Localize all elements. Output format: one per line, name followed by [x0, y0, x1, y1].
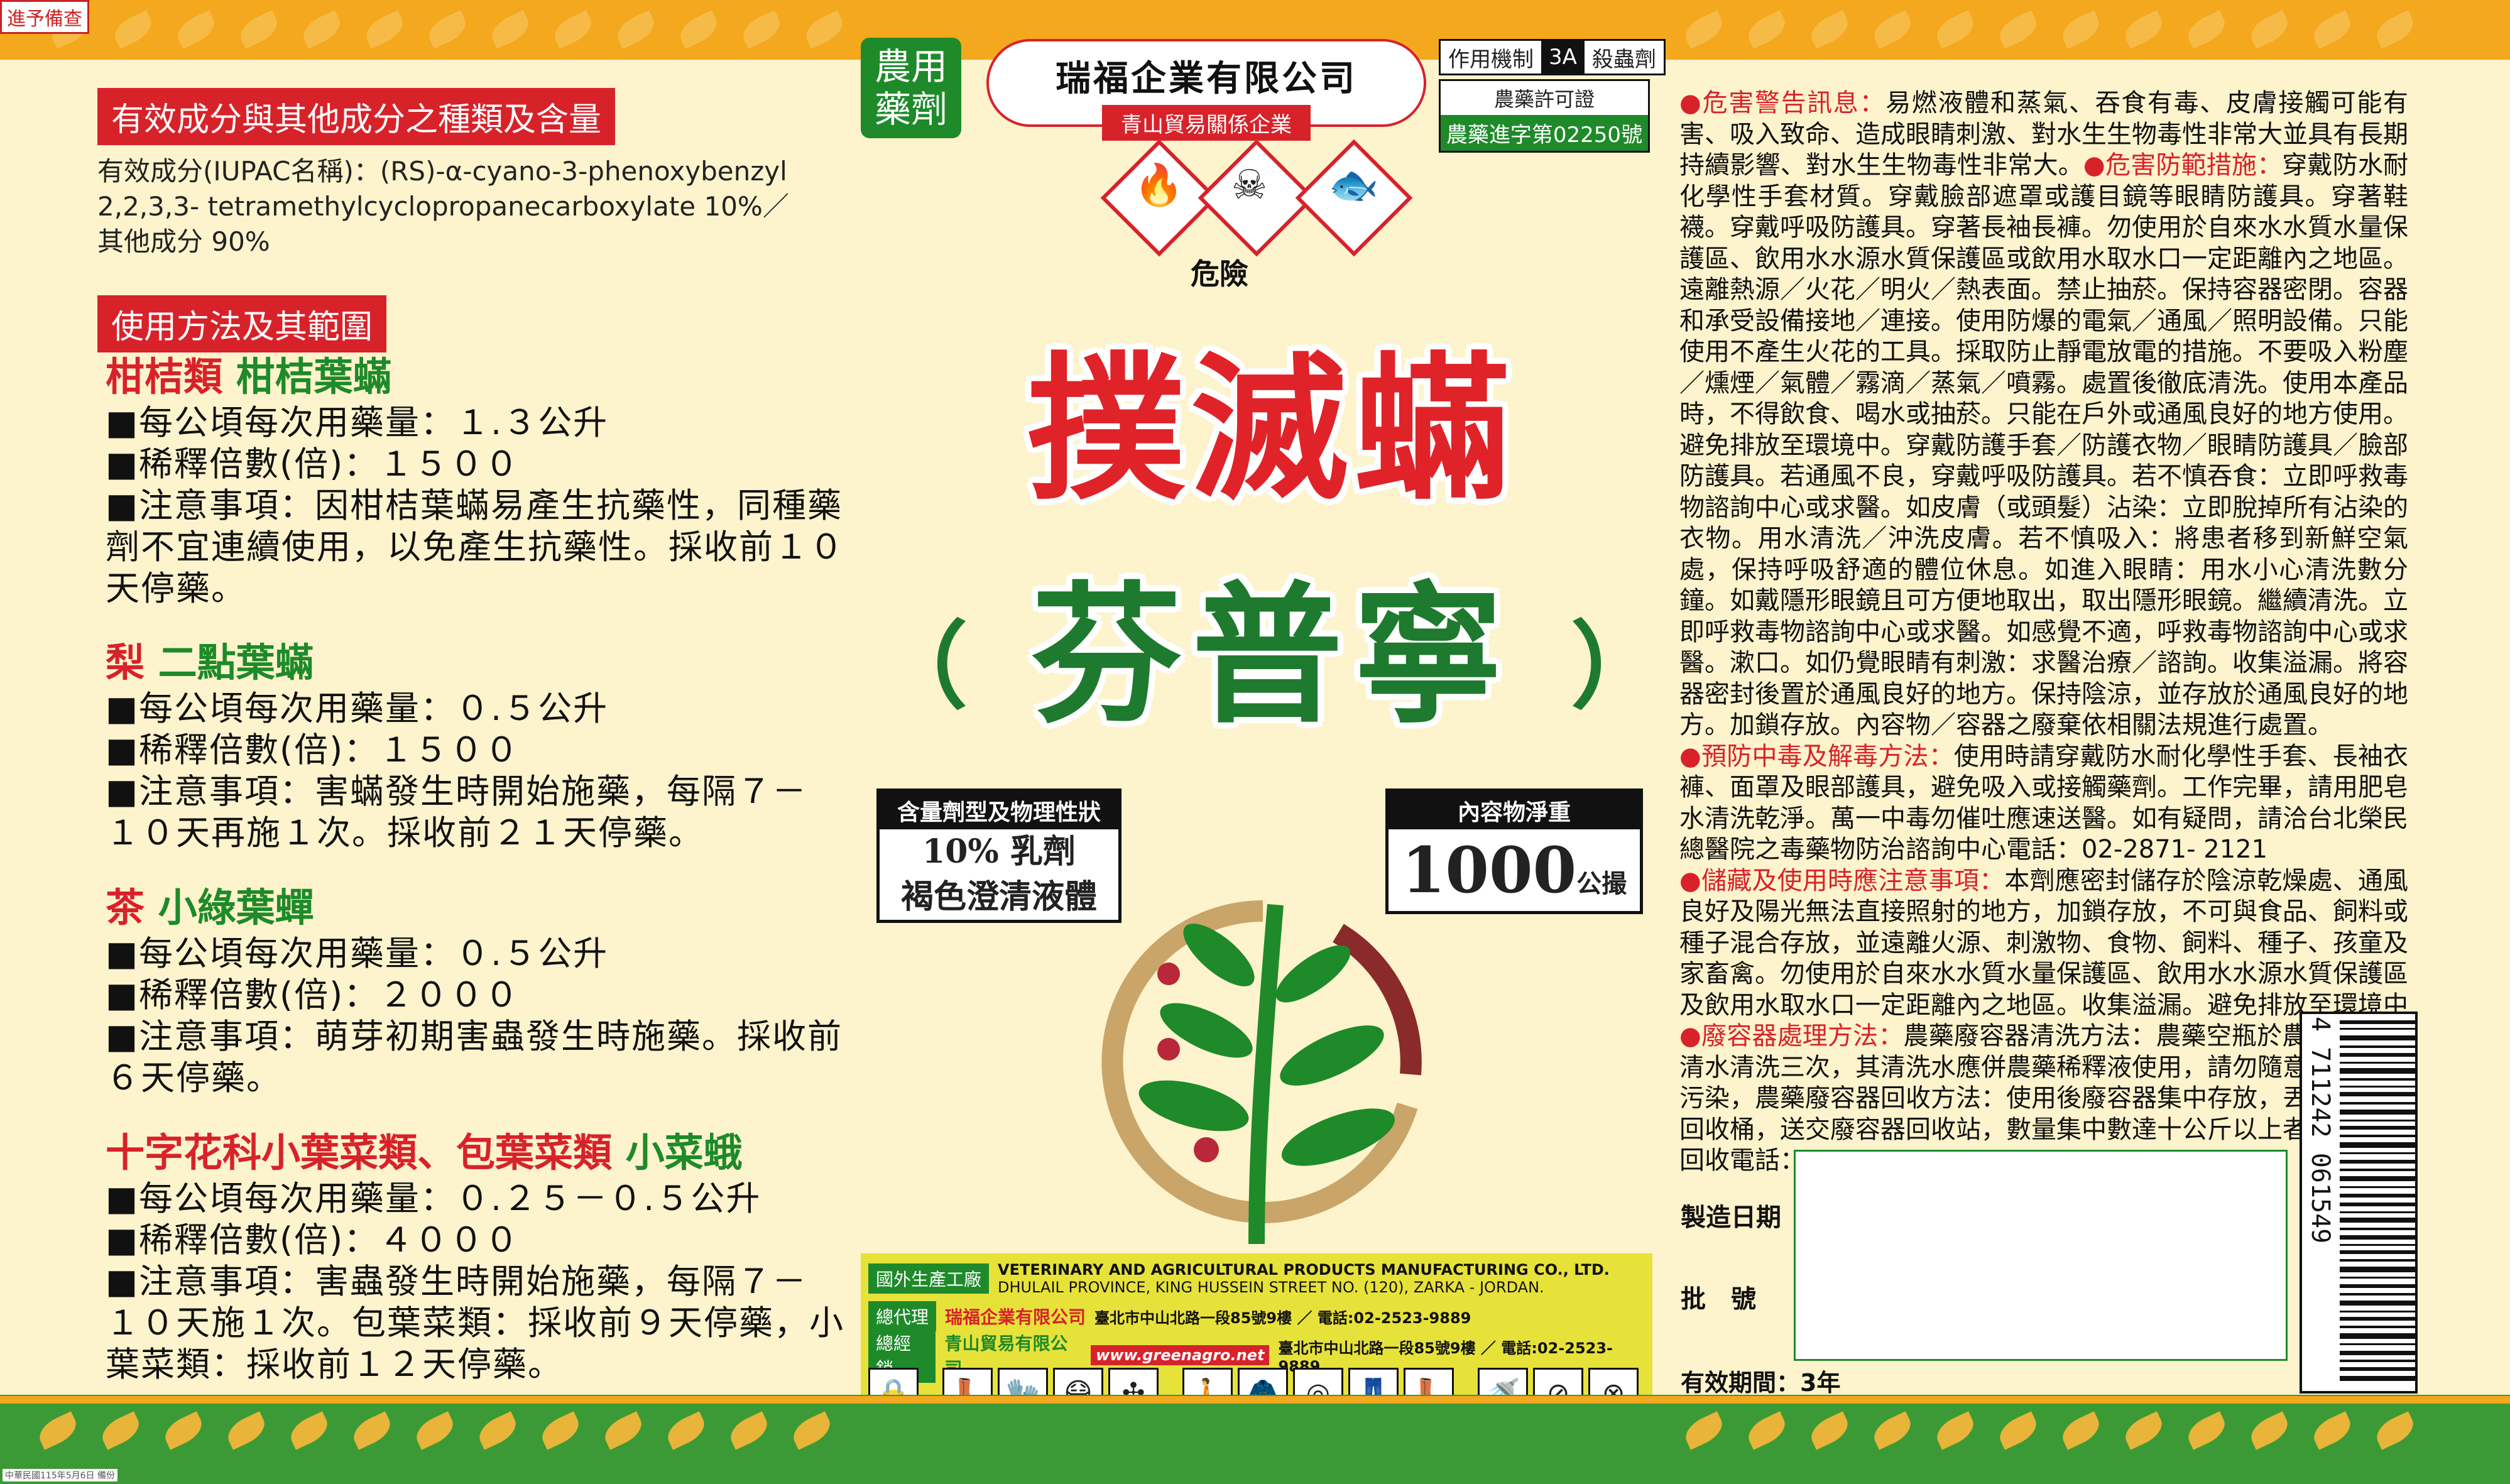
ingredient-line-2: 2,2,3,3- tetramethylcyclopropanecarboxyl…	[97, 191, 789, 222]
use-crop-title: 茶 小綠葉蟬	[106, 883, 916, 933]
company-subtitle: 青山貿易關係企業	[1102, 105, 1311, 141]
crop-name: 十字花科小葉菜類、包葉菜類	[106, 1130, 613, 1176]
formulation-heading: 含量劑型及物理性狀	[880, 792, 1118, 829]
use-line: ■注意事項：害蟎發生時開始施藥，每隔７－	[106, 772, 808, 811]
use-line: ■稀釋倍數(倍)：４０００	[106, 1220, 520, 1260]
environment-hazard-icon: 🐟	[1295, 139, 1413, 257]
badge-line-2: 藥劑	[874, 88, 947, 131]
use-line: ６天停藥。	[106, 1058, 281, 1098]
use-line: ■注意事項：因柑桔葉蟎易產生抗藥性，同種藥	[106, 486, 843, 525]
top-leaf-pattern	[46, 10, 848, 49]
pest-name: 小菜蛾	[625, 1130, 743, 1176]
use-line: ■稀釋倍數(倍)：１５００	[106, 444, 520, 484]
use-line: １０天施１次。包葉菜類：採收前９天停藥，小	[106, 1303, 844, 1343]
precaution-body: 穿戴防水耐化學性手套材質。穿戴臉部遮罩或護目鏡等眼睛防護具。穿著鞋襪。穿戴呼吸防…	[1679, 151, 2409, 739]
danger-signal-word: 危險	[1191, 257, 1248, 291]
top-leaf-pattern-right	[1680, 10, 2419, 49]
crop-name: 柑桔類	[106, 354, 223, 400]
use-crop-title: 柑桔類 柑桔葉蟎	[106, 352, 916, 402]
company-name: 瑞福企業有限公司	[1056, 58, 1357, 99]
skull-crossbones-icon: ☠	[1198, 139, 1316, 257]
foreign-factory-label: 國外生產工廠	[868, 1263, 990, 1294]
ingredients-section: 有效成分與其他成分之種類及含量 有效成分(IUPAC名稱)：(RS)-α-cya…	[97, 88, 789, 259]
use-line: 葉菜類：採收前１２天停藥。	[106, 1345, 563, 1384]
crop-name: 梨	[106, 640, 145, 685]
agent-address: 臺北市中山北路一段85號9樓 ／ 電話:02-2523-9889	[1094, 1309, 1471, 1327]
use-line: ■每公頃每次用藥量：１.３公升	[106, 403, 609, 442]
company-logo	[1101, 900, 1422, 1245]
use-line: ■每公頃每次用藥量：０.５公升	[106, 934, 609, 973]
footer-note: 中華民國115年5月6日 備份	[3, 1469, 117, 1481]
net-content-unit: 公撮	[1576, 870, 1627, 898]
net-content-heading: 內容物淨重	[1389, 792, 1640, 829]
barcode: 4 711242 061549	[2300, 1012, 2418, 1394]
use-line: 天停藥。	[106, 569, 246, 608]
paren-close: ）	[1571, 613, 1666, 722]
product-generic-name: 芬普寧	[1030, 568, 1514, 744]
use-crop-title: 十字花科小葉菜類、包葉菜類 小菜蛾	[106, 1128, 916, 1178]
use-block-crucifer: 十字花科小葉菜類、包葉菜類 小菜蛾 ■每公頃每次用藥量：０.２５－０.５公升 ■…	[106, 1128, 916, 1385]
agricultural-badge: 農用 藥劑	[861, 38, 961, 138]
use-line: ■每公頃每次用藥量：０.２５－０.５公升	[106, 1179, 761, 1218]
disposal-heading: ●廢容器處理方法：	[1679, 1022, 1904, 1050]
hazard-warning-heading: ●危害警告訊息：	[1679, 89, 1886, 117]
storage-heading: ●儲藏及使用時應注意事項：	[1679, 866, 2005, 895]
use-line: 劑不宜連續使用，以免產生抗藥性。採收前１０	[106, 527, 844, 567]
use-line: ■注意事項：害蟲發生時開始施藥，每隔７－	[106, 1262, 808, 1301]
flame-icon: 🔥	[1100, 139, 1218, 257]
date-batch-field	[1794, 1150, 2288, 1361]
ingredient-line-3: 其他成分 90%	[97, 226, 270, 257]
manufacture-date-label: 製造日期	[1681, 1203, 1781, 1232]
ingredient-line-1: 有效成分(IUPAC名稱)：(RS)-α-cyano-3-phenoxybenz…	[97, 156, 787, 187]
warning-text-block: ●危害警告訊息：易燃液體和蒸氣、吞食有毒、皮膚接觸可能有害、吸入致命、造成眼睛刺…	[1679, 88, 2408, 1177]
badge-line-1: 農用	[874, 45, 947, 88]
bottom-leaf-pattern-right	[1680, 1411, 2419, 1450]
use-block-pear: 梨 二點葉蟎 ■每公頃每次用藥量：０.５公升 ■稀釋倍數(倍)：１５００ ■注意…	[106, 638, 916, 854]
agent-label: 總代理	[868, 1301, 937, 1331]
precaution-heading: ●危害防範措施：	[2083, 151, 2283, 180]
agent-name: 瑞福企業有限公司	[945, 1307, 1086, 1328]
use-line: １０天再施１次。採收前２１天停藥。	[106, 813, 704, 853]
mechanism-code: 3A	[1541, 41, 1585, 74]
ingredients-heading: 有效成分與其他成分之種類及含量	[97, 88, 616, 145]
bottom-stripe	[0, 1396, 2510, 1404]
use-line: ■稀釋倍數(倍)：２０００	[106, 975, 520, 1015]
permit-heading: 農藥許可證	[1493, 87, 1595, 111]
use-block-tea: 茶 小綠葉蟬 ■每公頃每次用藥量：０.５公升 ■稀釋倍數(倍)：２０００ ■注意…	[106, 883, 916, 1099]
expiry-period: 有效期間：3年	[1681, 1369, 1841, 1397]
batch-number-label: 批 號	[1681, 1285, 1756, 1314]
use-line: ■每公頃每次用藥量：０.５公升	[106, 689, 609, 728]
barcode-bars	[2340, 1020, 2415, 1381]
foreign-factory-name: VETERINARY AND AGRICULTURAL PRODUCTS MAN…	[998, 1261, 1610, 1279]
foreign-factory-address: DHULAIL PROVINCE, KING HUSSEIN STREET NO…	[998, 1279, 1544, 1296]
usage-section-heading-wrap: 使用方法及其範圍	[97, 295, 387, 352]
mechanism-box: 作用機制 3A 殺蟲劑	[1439, 39, 1666, 75]
poison-prevention-heading: ●預防中毒及解毒方法：	[1679, 741, 1954, 771]
use-line: ■稀釋倍數(倍)：１５００	[106, 730, 520, 770]
permit-box: 農藥許可證 農藥進字第02250號	[1439, 79, 1650, 153]
approval-stamp: 進予備查	[0, 0, 89, 34]
logo-stem	[1248, 903, 1284, 1245]
mechanism-label: 作用機制	[1448, 46, 1534, 72]
barcode-digits: 4 711242 061549	[2306, 1017, 2335, 1244]
pest-name: 二點葉蟎	[158, 640, 314, 685]
pest-name: 小綠葉蟬	[158, 885, 314, 930]
permit-number: 農藥進字第02250號	[1441, 115, 1648, 151]
use-crop-title: 梨 二點葉蟎	[106, 638, 916, 688]
product-title: 撲滅蟎	[1025, 336, 1517, 523]
company-box: 瑞福企業有限公司 青山貿易關係企業	[986, 39, 1426, 141]
use-block-citrus: 柑桔類 柑桔葉蟎 ■每公頃每次用藥量：１.３公升 ■稀釋倍數(倍)：１５００ ■…	[106, 352, 916, 609]
distributor-website: www.greenagro.net	[1091, 1345, 1270, 1365]
bottom-band	[0, 1395, 2510, 1484]
usage-heading: 使用方法及其範圍	[97, 295, 387, 352]
mechanism-type: 殺蟲劑	[1591, 46, 1656, 72]
pest-name: 柑桔葉蟎	[236, 354, 392, 400]
crop-name: 茶	[106, 885, 145, 930]
use-line: ■注意事項：萌芽初期害蟲發生時施藥。採收前	[106, 1017, 843, 1056]
bottom-leaf-pattern	[34, 1411, 836, 1450]
